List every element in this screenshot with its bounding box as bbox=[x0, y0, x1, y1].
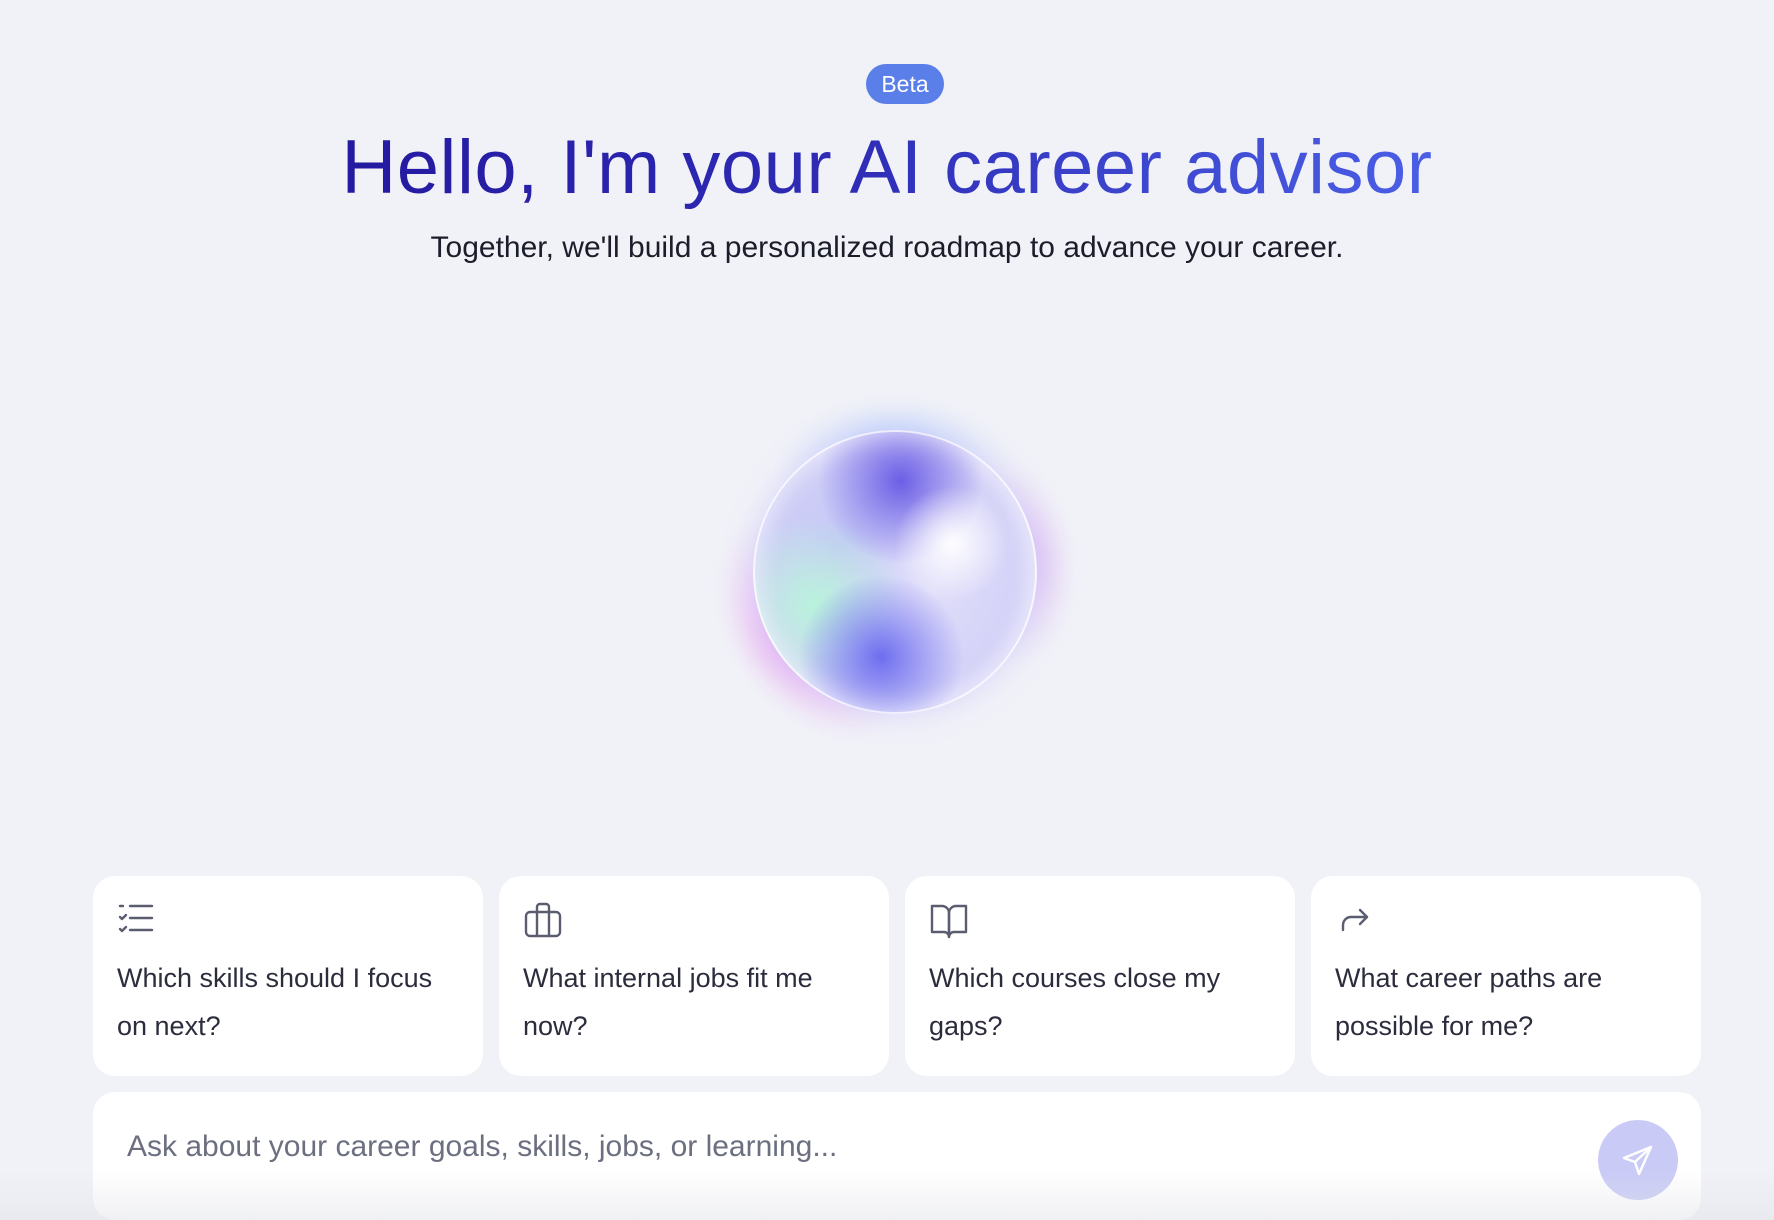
suggestion-label: Which courses close my gaps? bbox=[929, 963, 1221, 1041]
forward-arrow-icon bbox=[1341, 908, 1369, 932]
checklist-icon bbox=[118, 904, 154, 933]
suggestion-card-jobs[interactable]: What internal jobs fit me now? bbox=[499, 876, 889, 1076]
suggestion-label: Which skills should I focus on next? bbox=[117, 963, 433, 1041]
career-advisor-page: Beta Hello, I'm your AI career advisor T… bbox=[0, 0, 1774, 1220]
ai-orb-sphere bbox=[753, 430, 1037, 714]
beta-badge: Beta bbox=[866, 64, 944, 104]
book-open-icon bbox=[930, 904, 968, 939]
chat-composer bbox=[93, 1092, 1701, 1220]
page-title-text: Hello, I'm your AI career advisor bbox=[341, 125, 1433, 210]
briefcase-icon bbox=[524, 902, 562, 938]
suggestion-card-career-paths[interactable]: What career paths are possible for me? bbox=[1311, 876, 1701, 1076]
suggestion-card-skills[interactable]: Which skills should I focus on next? bbox=[93, 876, 483, 1076]
suggestion-label: What internal jobs fit me now? bbox=[523, 963, 813, 1041]
chat-input[interactable] bbox=[125, 1116, 1569, 1178]
page-title: Hello, I'm your AI career advisor bbox=[0, 118, 1774, 218]
page-subtitle: Together, we'll build a personalized roa… bbox=[430, 231, 1344, 264]
suggestion-cards: Which skills should I focus on next? Wha… bbox=[93, 876, 1701, 1076]
suggestion-label: What career paths are possible for me? bbox=[1335, 963, 1603, 1041]
send-button[interactable] bbox=[1598, 1120, 1678, 1200]
send-icon bbox=[1622, 1145, 1653, 1176]
suggestion-card-courses[interactable]: Which courses close my gaps? bbox=[905, 876, 1295, 1076]
ai-orb bbox=[720, 415, 1070, 735]
